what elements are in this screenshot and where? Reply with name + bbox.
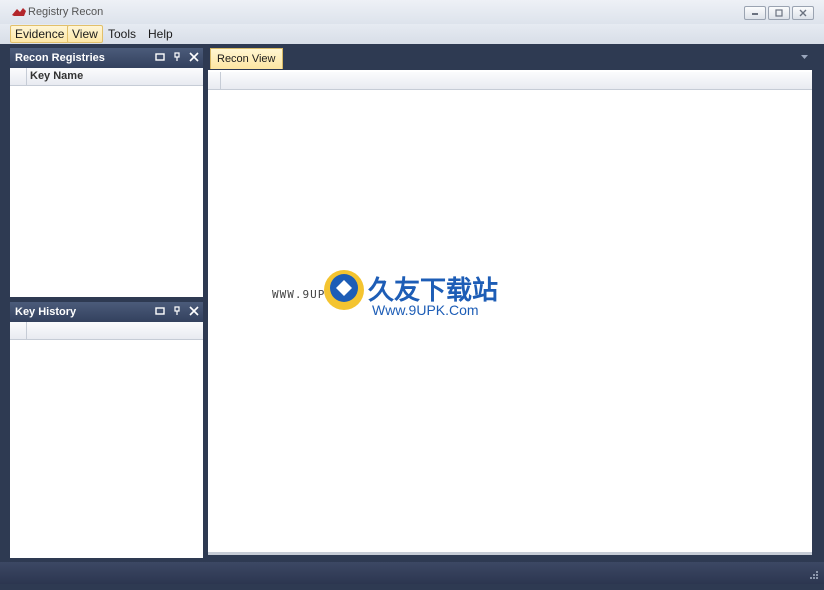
tab-recon-view[interactable]: Recon View [210,48,283,69]
float-icon[interactable] [155,306,165,316]
recon-registries-panel: Recon Registries Key Name [10,48,203,297]
close-icon[interactable] [189,52,199,62]
key-name-column-header[interactable]: Key Name [10,68,203,86]
panel-buttons [155,306,199,316]
watermark-en: Www.9UPK.Com [372,302,479,318]
restore-button[interactable] [768,6,790,20]
window-title: Registry Recon [28,6,104,18]
panel-buttons [155,52,199,62]
row-selector-header [208,72,221,89]
menu-tools[interactable]: Tools [104,26,140,42]
key-history-header: Key History [10,302,203,322]
panel-title: Recon Registries [15,52,105,64]
grid-bottom-border [208,552,812,555]
recon-registries-header: Recon Registries [10,48,203,68]
chevron-down-icon[interactable] [801,55,808,60]
watermark-logo-icon [324,270,364,310]
status-bar [0,562,824,584]
panel-title: Key History [15,306,77,318]
document-tab-strip: Recon View [208,48,814,70]
title-bar: Registry Recon [0,0,824,24]
pin-icon[interactable] [172,52,182,62]
minimize-button[interactable] [744,6,766,20]
minimize-icon [752,13,758,15]
menu-bar: Evidence View Tools Help [0,24,824,44]
menu-view[interactable]: View [67,25,103,43]
row-selector-header [10,68,27,85]
float-icon[interactable] [155,52,165,62]
window-controls [744,6,814,20]
app-logo-icon [12,8,26,16]
row-selector-header [10,322,27,339]
menu-evidence[interactable]: Evidence [10,25,70,43]
resize-grip-icon[interactable] [809,570,818,579]
history-column-header[interactable] [10,322,203,340]
menu-help[interactable]: Help [144,26,177,42]
close-icon [799,9,807,17]
pin-icon[interactable] [172,306,182,316]
key-history-panel: Key History [10,302,203,558]
close-icon[interactable] [189,306,199,316]
watermark: WWW.9UPK.COM 久友下载站 Www.9UPK.Com [272,248,524,340]
column-label: Key Name [30,70,84,82]
recon-view-grid-header[interactable] [208,72,812,90]
restore-icon [775,9,783,17]
close-button[interactable] [792,6,814,20]
